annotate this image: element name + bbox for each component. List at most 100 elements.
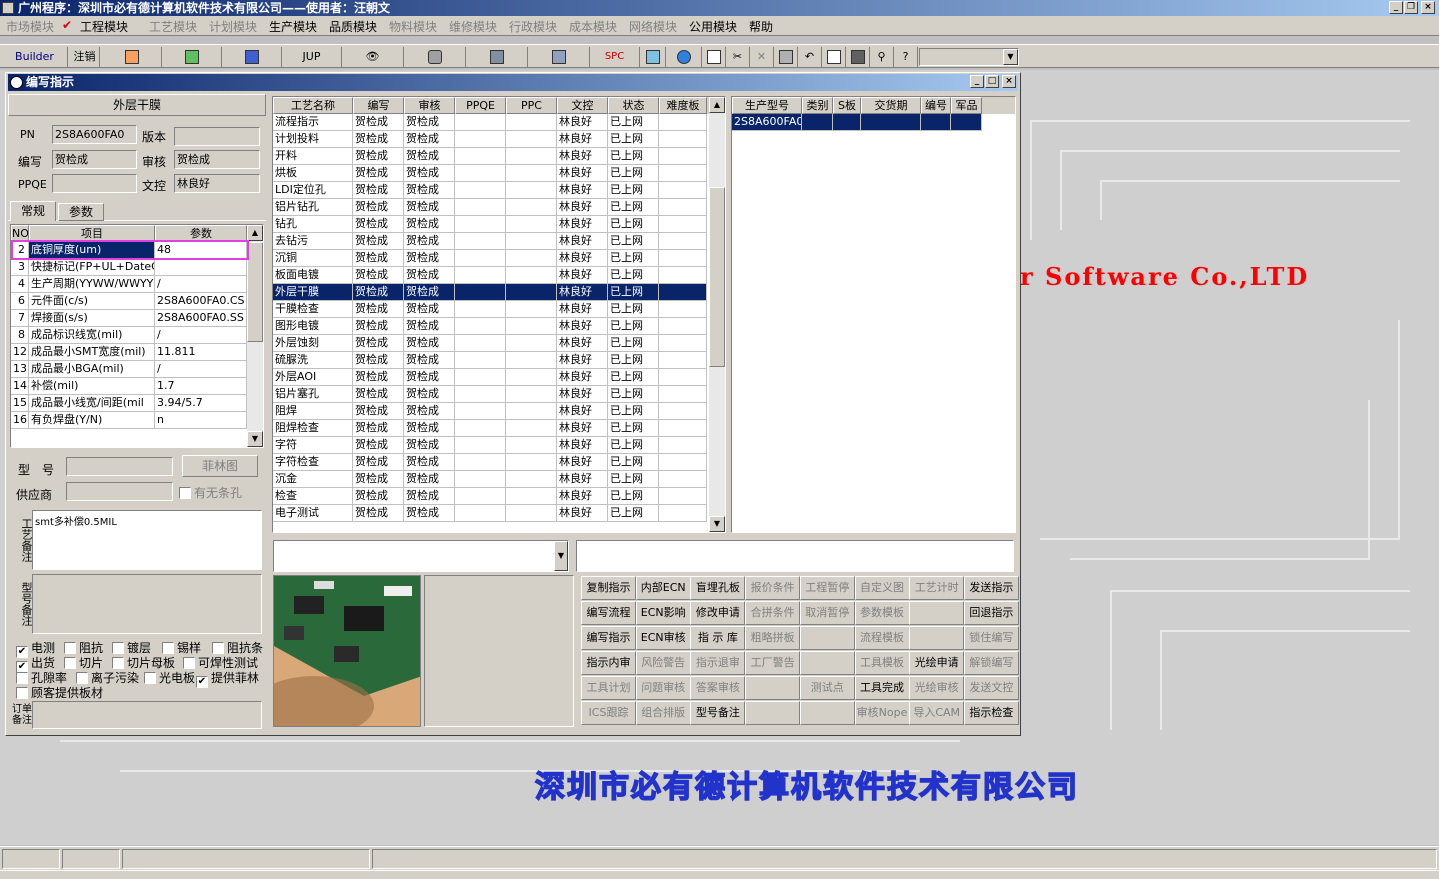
- param-row[interactable]: 12 成品最小SMT宽度(mil) 11.811: [11, 344, 247, 361]
- action-button[interactable]: 指 示 库: [690, 626, 746, 650]
- action-button[interactable]: 指示退审: [690, 651, 746, 675]
- action-button[interactable]: [909, 626, 965, 650]
- action-button[interactable]: 流程模板: [854, 626, 910, 650]
- window-maximize-button[interactable]: □: [985, 75, 999, 88]
- checkbox-icon[interactable]: [183, 657, 195, 669]
- process-row[interactable]: LDI定位孔 贺检成 贺检成 林良好 已上网: [273, 182, 725, 199]
- action-button[interactable]: 发送指示: [963, 576, 1019, 600]
- menu-admin[interactable]: 行政模块: [509, 18, 557, 35]
- close-button[interactable]: ×: [1421, 1, 1435, 14]
- model-note-field[interactable]: [32, 574, 262, 634]
- action-button[interactable]: 内部ECN: [635, 576, 691, 600]
- action-button[interactable]: 发送文控: [963, 676, 1019, 700]
- menu-quality[interactable]: 品质模块: [329, 18, 377, 35]
- action-button[interactable]: [745, 701, 801, 725]
- action-button[interactable]: [799, 651, 855, 675]
- action-button[interactable]: 问题审核: [635, 676, 691, 700]
- process-row[interactable]: 烘板 贺检成 贺检成 林良好 已上网: [273, 165, 725, 182]
- action-button[interactable]: 工厂警告: [745, 651, 801, 675]
- ppqe-field[interactable]: [52, 174, 137, 193]
- action-button[interactable]: 审核Nope: [854, 701, 910, 725]
- scroll-thumb[interactable]: [709, 187, 725, 367]
- process-col-header[interactable]: PPQE: [455, 97, 506, 114]
- window-minimize-button[interactable]: _: [970, 75, 984, 88]
- action-button[interactable]: 解锁编写: [963, 651, 1019, 675]
- process-row[interactable]: 计划投料 贺检成 贺检成 林良好 已上网: [273, 131, 725, 148]
- menu-help[interactable]: 帮助: [749, 18, 773, 35]
- action-button[interactable]: 组合排版: [635, 701, 691, 725]
- process-col-header[interactable]: 难度板: [659, 97, 707, 114]
- production-col-header[interactable]: 类别: [802, 97, 833, 114]
- process-row[interactable]: 电子测试 贺检成 贺检成 林良好 已上网: [273, 505, 725, 522]
- process-row[interactable]: 干膜检查 贺检成 贺检成 林良好 已上网: [273, 301, 725, 318]
- action-button[interactable]: 工程暂停: [799, 576, 855, 600]
- word-icon[interactable]: [222, 47, 282, 67]
- action-button[interactable]: 指示内审: [581, 651, 636, 675]
- instruction-text-field[interactable]: [576, 540, 1014, 572]
- menu-engineering[interactable]: 工程模块: [80, 18, 128, 35]
- toolbar-dropdown[interactable]: ▼: [919, 48, 1019, 66]
- param-row[interactable]: 15 成品最小线宽/间距(mil 3.94/5.7: [11, 395, 247, 412]
- action-button[interactable]: 锁住编写: [963, 626, 1019, 650]
- excel-icon[interactable]: [162, 47, 222, 67]
- action-button[interactable]: 盲埋孔板: [690, 576, 746, 600]
- action-button[interactable]: 自定义图: [854, 576, 910, 600]
- action-button[interactable]: 编写流程: [581, 601, 636, 625]
- checkbox-icon[interactable]: [16, 672, 28, 684]
- new-file-icon[interactable]: [702, 47, 726, 67]
- process-row[interactable]: 铝片钻孔 贺检成 贺检成 林良好 已上网: [273, 199, 725, 216]
- process-row[interactable]: 阻焊检查 贺检成 贺检成 林良好 已上网: [273, 420, 725, 437]
- process-row[interactable]: 钻孔 贺检成 贺检成 林良好 已上网: [273, 216, 725, 233]
- option-checkbox[interactable]: 顾客提供板材: [16, 684, 103, 701]
- menu-network[interactable]: 网络模块: [629, 18, 677, 35]
- scroll-up-icon[interactable]: ▲: [247, 225, 263, 241]
- param-row[interactable]: 8 成品标识线宽(mil) /: [11, 327, 247, 344]
- menu-cost[interactable]: 成本模块: [569, 18, 617, 35]
- checkbox-icon[interactable]: [112, 642, 124, 654]
- network-icon[interactable]: [466, 47, 528, 67]
- process-row[interactable]: 字符检查 贺检成 贺检成 林良好 已上网: [273, 454, 725, 471]
- process-row[interactable]: 硫脲洗 贺检成 贺检成 林良好 已上网: [273, 352, 725, 369]
- option-checkbox[interactable]: 光电板: [144, 669, 195, 686]
- process-scrollbar[interactable]: ▲ ▼: [709, 97, 725, 532]
- action-button[interactable]: 工具模板: [854, 651, 910, 675]
- production-col-header[interactable]: S板: [833, 97, 861, 114]
- process-row[interactable]: 开料 贺检成 贺检成 林良好 已上网: [273, 148, 725, 165]
- scroll-thumb[interactable]: [247, 242, 263, 342]
- checkbox-icon[interactable]: [64, 642, 76, 654]
- find-icon[interactable]: ⚲: [870, 47, 894, 67]
- process-row[interactable]: 沉金 贺检成 贺检成 林良好 已上网: [273, 471, 725, 488]
- jup-button[interactable]: JUP: [282, 47, 342, 67]
- process-row[interactable]: 阻焊 贺检成 贺检成 林良好 已上网: [273, 403, 725, 420]
- delete-icon[interactable]: ✕: [750, 47, 774, 67]
- process-row[interactable]: 沉铜 贺检成 贺检成 林良好 已上网: [273, 250, 725, 267]
- action-button[interactable]: 工艺计时: [909, 576, 965, 600]
- action-button[interactable]: ECN审核: [635, 626, 691, 650]
- tab-parameters[interactable]: 参数: [58, 203, 104, 221]
- production-col-header[interactable]: 生产型号: [732, 97, 802, 114]
- checkbox-icon[interactable]: [16, 687, 28, 699]
- param-row[interactable]: 16 有负焊盘(Y/N) n: [11, 412, 247, 429]
- process-row[interactable]: 铝片塞孔 贺检成 贺检成 林良好 已上网: [273, 386, 725, 403]
- database-icon[interactable]: [404, 47, 466, 67]
- process-col-header[interactable]: 审核: [404, 97, 455, 114]
- model-field[interactable]: [66, 457, 173, 476]
- scroll-up-icon[interactable]: ▲: [709, 97, 725, 113]
- menu-public[interactable]: 公用模块: [689, 18, 737, 35]
- window-close-button[interactable]: ×: [1002, 75, 1016, 88]
- process-col-header[interactable]: 文控: [557, 97, 608, 114]
- process-row[interactable]: 板面电镀 贺检成 贺检成 林良好 已上网: [273, 267, 725, 284]
- action-button[interactable]: 测试点: [799, 676, 855, 700]
- param-scrollbar[interactable]: ▲ ▼: [247, 225, 263, 447]
- strip-hole-checkbox[interactable]: 有无条孔: [179, 484, 242, 501]
- action-button[interactable]: 取消暂停: [799, 601, 855, 625]
- action-button[interactable]: [909, 601, 965, 625]
- ie-icon[interactable]: [666, 47, 702, 67]
- action-button[interactable]: [745, 676, 801, 700]
- process-col-header[interactable]: PPC: [506, 97, 557, 114]
- param-row[interactable]: 7 焊接面(s/s) 2S8A600FA0.SS: [11, 310, 247, 327]
- writer-field[interactable]: 贺检成: [52, 150, 137, 169]
- preview-icon[interactable]: [822, 47, 846, 67]
- scroll-down-icon[interactable]: ▼: [709, 516, 725, 532]
- process-row[interactable]: 检查 贺检成 贺检成 林良好 已上网: [273, 488, 725, 505]
